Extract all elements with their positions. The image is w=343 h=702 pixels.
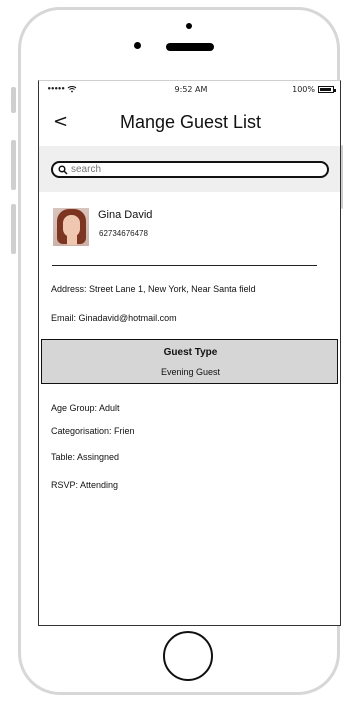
speaker-grill [166, 43, 214, 51]
avatar [53, 208, 89, 246]
guest-type-value: Evening Guest [160, 367, 221, 377]
battery-fill [320, 88, 331, 91]
email-text: Email: Ginadavid@hotmail.com [51, 313, 177, 323]
phone-screen: ••••• 9:52 AM 100% < Mange Guest List se… [38, 80, 341, 626]
status-bar: ••••• 9:52 AM 100% [39, 81, 340, 98]
front-sensor-icon [134, 42, 141, 49]
contact-divider [52, 265, 317, 266]
categorisation-text: Categorisation: Frien [51, 426, 135, 436]
signal-icon: ••••• [47, 85, 65, 93]
address-text: Address: Street Lane 1, New York, Near S… [51, 284, 256, 294]
avatar-face [63, 215, 80, 237]
status-left: ••••• [47, 85, 77, 93]
battery-tip [334, 89, 336, 92]
guest-type-label: Guest Type [163, 347, 218, 358]
camera-icon [186, 23, 192, 29]
status-right: 100% [292, 85, 336, 94]
battery-percent: 100% [292, 85, 315, 94]
contact-name: Gina David [98, 209, 153, 221]
contact-card: Gina David 62734676478 [39, 201, 340, 271]
table-text: Table: Assingned [51, 452, 120, 462]
page-header: < Mange Guest List [39, 98, 340, 146]
contact-phone: 62734676478 [99, 229, 148, 238]
side-button-middle-left [11, 140, 16, 190]
search-section [39, 146, 340, 192]
avatar-neck [67, 235, 77, 245]
battery-icon [318, 86, 336, 93]
side-button-upper-left [11, 87, 16, 113]
wifi-icon [68, 86, 77, 93]
search-icon [58, 164, 68, 175]
search-box[interactable] [51, 161, 329, 178]
home-button[interactable] [163, 631, 213, 681]
rsvp-text: RSVP: Attending [51, 480, 119, 490]
guest-type-box[interactable]: Guest Type Evening Guest [41, 339, 338, 384]
page-title: Mange Guest List [119, 112, 262, 132]
age-group-text: Age Group: Adult [51, 403, 120, 413]
search-input[interactable] [71, 164, 311, 175]
status-time: 9:52 AM [174, 85, 208, 94]
side-button-lower-left [11, 204, 16, 254]
